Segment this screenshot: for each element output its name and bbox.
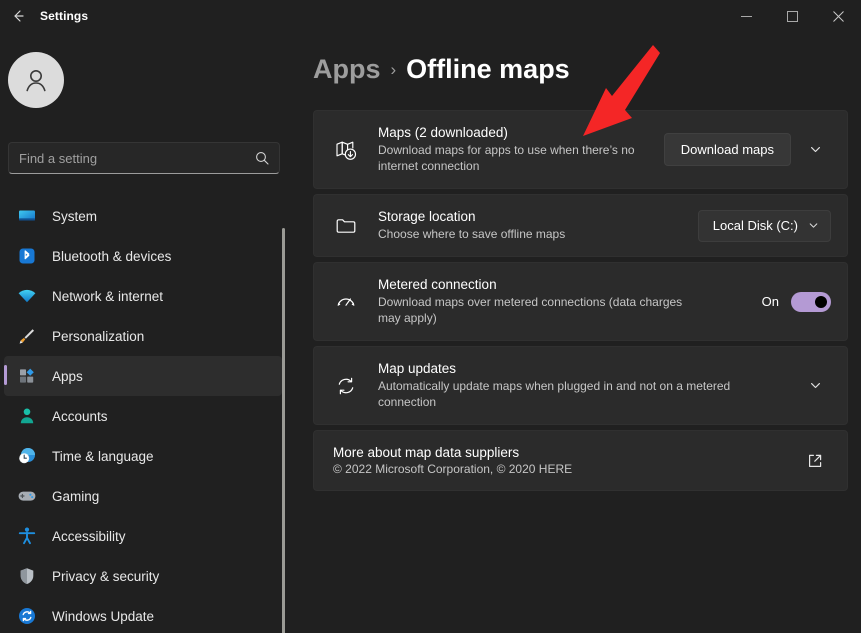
sidebar-item-gaming[interactable]: Gaming	[4, 476, 282, 516]
download-maps-button[interactable]: Download maps	[663, 133, 791, 166]
caption-buttons	[723, 0, 861, 32]
dropdown-value: Local Disk (C:)	[712, 218, 798, 233]
person-icon	[16, 405, 38, 427]
sync-refresh-icon	[330, 370, 362, 402]
sidebar-item-apps[interactable]: Apps	[4, 356, 282, 396]
card-title: Maps (2 downloaded)	[378, 125, 508, 140]
sidebar-scrollbar[interactable]	[282, 228, 285, 633]
folder-icon	[330, 210, 362, 242]
card-text: Metered connection Download maps over me…	[378, 263, 762, 340]
metered-connection-toggle[interactable]	[791, 291, 831, 312]
main-content: Apps › Offline maps Maps (2 downloaded) …	[300, 32, 861, 633]
sidebar-item-label: System	[52, 208, 98, 224]
user-avatar-icon	[26, 70, 46, 92]
gamepad-icon	[16, 485, 38, 507]
chevron-down-icon[interactable]	[799, 370, 831, 402]
sidebar-item-label: Gaming	[52, 488, 100, 504]
account-avatar-row[interactable]	[8, 52, 64, 108]
search-input[interactable]	[9, 150, 255, 166]
external-link-icon[interactable]	[799, 445, 831, 477]
maximize-button[interactable]	[769, 0, 815, 32]
card-actions: Download maps	[663, 133, 831, 166]
card-text: More about map data suppliers © 2022 Mic…	[333, 431, 799, 490]
sidebar-item-label: Accounts	[52, 408, 108, 424]
sidebar-item-system[interactable]: System	[4, 196, 282, 236]
breadcrumb-separator-icon: ›	[390, 59, 397, 79]
chevron-down-icon	[808, 220, 819, 231]
gauge-icon	[330, 286, 362, 318]
card-map-updates[interactable]: Map updates Automatically update maps wh…	[313, 346, 848, 425]
card-actions	[791, 370, 831, 402]
card-subtitle: Download maps over metered connections (…	[378, 295, 683, 325]
page-title: Offline maps	[406, 54, 570, 84]
chevron-down-icon[interactable]	[799, 134, 831, 166]
search-box[interactable]	[8, 142, 280, 174]
card-storage-location[interactable]: Storage location Choose where to save of…	[313, 194, 848, 257]
settings-cards: Maps (2 downloaded) Download maps for ap…	[313, 110, 848, 496]
sidebar-nav-list: System Bluetooth & devices Network & int…	[4, 196, 282, 633]
sidebar-item-label: Windows Update	[52, 608, 155, 624]
avatar	[8, 52, 64, 108]
shield-icon	[16, 565, 38, 587]
toggle-knob	[815, 295, 827, 308]
sidebar-item-label: Personalization	[52, 328, 145, 344]
monitor-icon	[16, 205, 38, 227]
back-arrow-icon	[10, 8, 26, 24]
sidebar-item-accessibility[interactable]: Accessibility	[4, 516, 282, 556]
sidebar-item-personalization[interactable]: Personalization	[4, 316, 282, 356]
wifi-icon	[16, 285, 38, 307]
card-map-data-suppliers[interactable]: More about map data suppliers © 2022 Mic…	[313, 430, 848, 491]
back-button[interactable]	[0, 0, 36, 32]
card-actions	[799, 445, 831, 477]
search-container	[8, 142, 280, 174]
search-icon[interactable]	[255, 151, 279, 165]
sidebar-item-windows-update[interactable]: Windows Update	[4, 596, 282, 633]
sidebar-item-label: Apps	[52, 368, 83, 384]
card-title: Metered connection	[378, 277, 497, 292]
paintbrush-icon	[16, 325, 38, 347]
card-subtitle: Automatically update maps when plugged i…	[378, 379, 731, 409]
storage-location-dropdown[interactable]: Local Disk (C:)	[697, 209, 831, 242]
card-title: Storage location	[378, 209, 476, 224]
card-subtitle: © 2022 Microsoft Corporation, © 2020 HER…	[333, 462, 573, 476]
apps-grid-icon	[16, 365, 38, 387]
title-bar: Settings	[0, 0, 861, 32]
breadcrumb-parent[interactable]: Apps	[313, 54, 381, 85]
card-title: More about map data suppliers	[333, 445, 520, 460]
sidebar-item-accounts[interactable]: Accounts	[4, 396, 282, 436]
card-actions: Local Disk (C:)	[697, 209, 831, 242]
sidebar-item-label: Time & language	[52, 448, 154, 464]
bluetooth-icon	[16, 245, 38, 267]
sidebar-item-label: Privacy & security	[52, 568, 160, 584]
card-title: Map updates	[378, 361, 457, 376]
sidebar-item-label: Accessibility	[52, 528, 126, 544]
card-maps[interactable]: Maps (2 downloaded) Download maps for ap…	[313, 110, 848, 189]
app-title: Settings	[40, 9, 89, 23]
card-subtitle: Download maps for apps to use when there…	[378, 143, 635, 173]
breadcrumb: Apps › Offline maps	[313, 54, 570, 85]
card-text: Storage location Choose where to save of…	[378, 195, 698, 256]
sidebar-item-time-language[interactable]: Time & language	[4, 436, 282, 476]
sidebar-item-label: Network & internet	[52, 288, 164, 304]
sidebar: System Bluetooth & devices	[0, 32, 290, 633]
sidebar-item-network-internet[interactable]: Network & internet	[4, 276, 282, 316]
card-text: Maps (2 downloaded) Download maps for ap…	[378, 111, 664, 188]
sidebar-item-label: Bluetooth & devices	[52, 248, 172, 264]
sidebar-item-privacy-security[interactable]: Privacy & security	[4, 556, 282, 596]
close-button[interactable]	[815, 0, 861, 32]
card-text: Map updates Automatically update maps wh…	[378, 347, 791, 424]
clock-globe-icon	[16, 445, 38, 467]
card-metered-connection[interactable]: Metered connection Download maps over me…	[313, 262, 848, 341]
toggle-state-label: On	[761, 294, 779, 309]
map-download-icon	[330, 134, 362, 166]
card-subtitle: Choose where to save offline maps	[378, 227, 566, 241]
card-actions: On	[761, 291, 831, 312]
sidebar-item-bluetooth-devices[interactable]: Bluetooth & devices	[4, 236, 282, 276]
refresh-circle-icon	[16, 605, 38, 627]
minimize-button[interactable]	[723, 0, 769, 32]
selection-indicator	[4, 365, 7, 385]
settings-window: Settings Find a setting System Bluetooth…	[0, 0, 861, 633]
accessibility-person-icon	[16, 525, 38, 547]
